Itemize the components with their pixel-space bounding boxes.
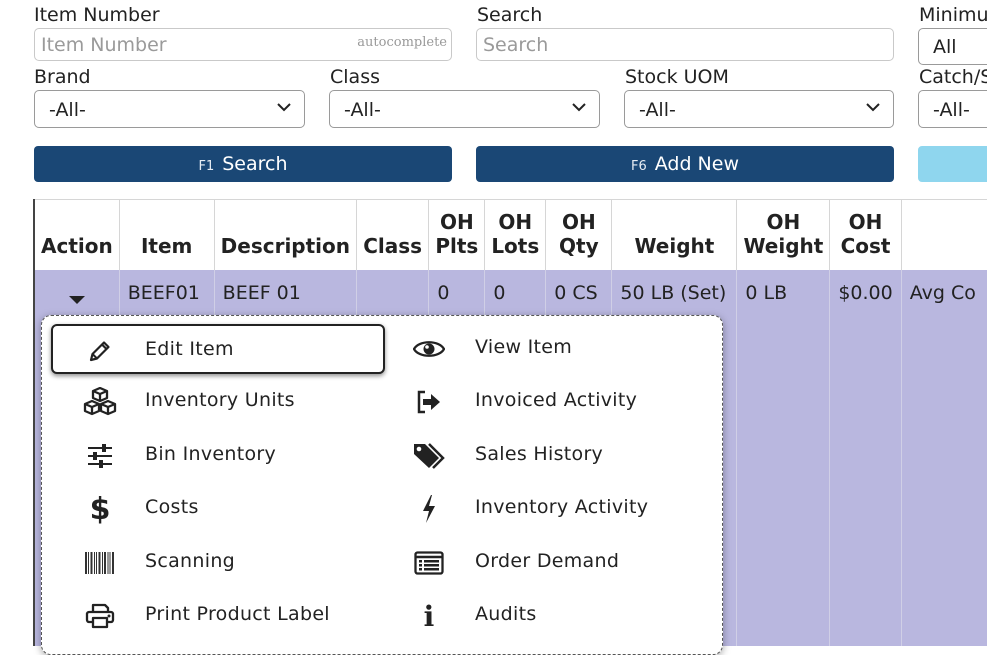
sign-out-icon — [412, 385, 446, 419]
stock-uom-value: -All- — [639, 99, 676, 121]
catch-select[interactable]: -All- — [918, 90, 987, 128]
barcode-icon — [83, 546, 117, 580]
info-icon: i — [423, 599, 435, 633]
menu-item-inventory-activity[interactable]: Inventory Activity — [402, 484, 702, 534]
sliders-icon — [83, 439, 117, 473]
item-number-label: Item Number — [34, 4, 160, 26]
menu-item-inventory-units[interactable]: Inventory Units — [51, 377, 385, 427]
menu-item-label: Audits — [475, 603, 537, 625]
menu-item-edit-item[interactable]: Edit Item — [51, 324, 385, 374]
eye-icon — [412, 332, 446, 366]
header-weight[interactable]: Weight — [611, 199, 738, 270]
menu-item-scanning[interactable]: Scanning — [51, 538, 385, 588]
catch-label: Catch/S — [919, 66, 987, 88]
class-value: -All- — [344, 99, 381, 121]
item-number-placeholder: Item Number — [41, 34, 167, 56]
menu-item-label: Invoiced Activity — [475, 389, 638, 411]
printer-icon — [83, 599, 117, 633]
menu-item-label: Order Demand — [475, 550, 620, 572]
cubes-icon — [83, 385, 117, 419]
header-oh-cost[interactable]: OH Cost — [829, 199, 902, 270]
cell-oh-cost: $0.00 — [829, 269, 902, 646]
menu-item-label: Bin Inventory — [145, 443, 277, 465]
search-label: Search — [477, 4, 543, 26]
menu-item-label: Inventory Activity — [475, 496, 649, 518]
extra-button[interactable] — [918, 146, 987, 182]
menu-item-bin-inventory[interactable]: Bin Inventory — [51, 431, 385, 481]
tags-icon — [412, 439, 446, 473]
menu-item-sales-history[interactable]: Sales History — [402, 431, 702, 481]
search-button-label: Search — [222, 153, 288, 175]
brand-label: Brand — [34, 66, 91, 88]
cell-costing: Avg Co — [901, 269, 987, 646]
header-action[interactable]: Action — [32, 199, 120, 270]
class-select[interactable]: -All- — [329, 90, 600, 128]
menu-item-audits[interactable]: i Audits — [402, 591, 702, 641]
search-button[interactable]: F1 Search — [34, 146, 452, 182]
menu-item-label: Print Product Label — [145, 603, 330, 625]
menu-item-label: Scanning — [145, 550, 236, 572]
minimum-value: All — [933, 36, 957, 58]
header-oh-lots[interactable]: OH Lots — [484, 199, 547, 270]
chevron-down-icon — [866, 103, 880, 112]
menu-item-view-item[interactable]: View Item — [402, 324, 702, 374]
stock-uom-select[interactable]: -All- — [624, 90, 894, 128]
minimum-label: Minimu — [919, 4, 987, 26]
action-menu: Edit Item Inventory Units Bin Inventory … — [41, 315, 723, 655]
stock-uom-label: Stock UOM — [625, 66, 729, 88]
dollar-icon: $ — [89, 491, 111, 527]
add-new-hotkey: F6 — [630, 159, 647, 174]
add-new-button-label: Add New — [654, 153, 740, 175]
header-oh-weight[interactable]: OH Weight — [736, 199, 831, 270]
bolt-icon — [412, 492, 446, 526]
header-item[interactable]: Item — [119, 199, 215, 270]
menu-item-label: View Item — [475, 336, 573, 358]
pencil-icon — [83, 334, 117, 368]
menu-item-label: Inventory Units — [145, 389, 295, 411]
search-hotkey: F1 — [198, 159, 215, 174]
menu-item-costs[interactable]: $ Costs — [51, 484, 385, 534]
caret-down-icon[interactable] — [67, 290, 87, 310]
minimum-select[interactable]: All — [918, 28, 987, 65]
header-costing — [901, 199, 987, 270]
cell-oh-weight: 0 LB — [736, 269, 831, 646]
menu-item-label: Sales History — [475, 443, 604, 465]
menu-item-invoiced-activity[interactable]: Invoiced Activity — [402, 377, 702, 427]
menu-item-label: Costs — [145, 496, 199, 518]
header-class[interactable]: Class — [356, 199, 430, 270]
brand-value: -All- — [49, 99, 86, 121]
catch-value: -All- — [933, 99, 970, 121]
add-new-button[interactable]: F6 Add New — [476, 146, 894, 182]
chevron-down-icon — [572, 103, 586, 112]
table-header-row: Action Item Description Class OH Plts OH L… — [32, 199, 987, 270]
search-placeholder: Search — [483, 34, 549, 56]
autocomplete-hint: autocomplete — [357, 35, 447, 50]
search-input[interactable]: Search — [476, 28, 894, 61]
class-label: Class — [330, 66, 380, 88]
menu-item-order-demand[interactable]: Order Demand — [402, 538, 702, 588]
brand-select[interactable]: -All- — [34, 90, 305, 128]
header-oh-qty[interactable]: OH Qty — [545, 199, 613, 270]
header-description[interactable]: Description — [214, 199, 358, 270]
header-oh-plts[interactable]: OH Plts — [428, 199, 486, 270]
chevron-down-icon — [277, 103, 291, 112]
list-alt-icon — [412, 546, 446, 580]
menu-item-label: Edit Item — [145, 338, 234, 360]
item-number-input[interactable]: Item Number autocomplete — [34, 28, 452, 61]
menu-item-print-product-label[interactable]: Print Product Label — [51, 591, 385, 641]
